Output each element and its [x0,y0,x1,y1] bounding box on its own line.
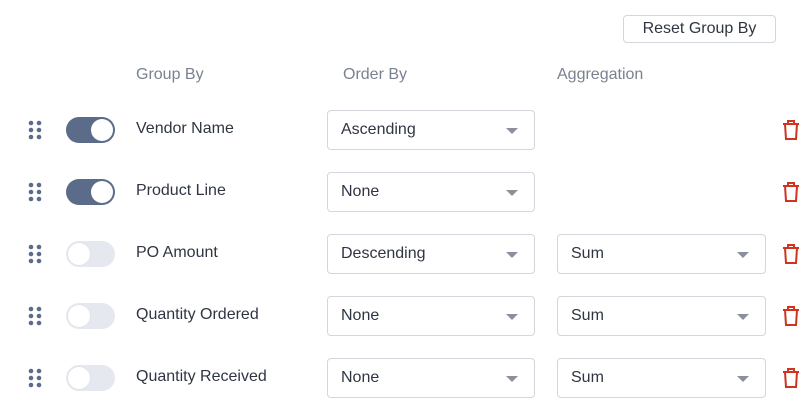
group-row: PO Amount Descending Sum [0,234,812,274]
aggregation-value: Sum [571,245,604,262]
toggle-knob [68,243,90,265]
field-name: Vendor Name [136,120,234,137]
chevron-down-icon [506,376,518,382]
order-by-select[interactable]: None [327,296,535,336]
group-row: Product Line None [0,172,812,212]
chevron-down-icon [506,128,518,134]
aggregation-value: Sum [571,307,604,324]
drag-handle-icon[interactable] [28,306,42,326]
order-by-value: None [341,307,380,324]
group-row: Quantity Received None Sum [0,358,812,398]
chevron-down-icon [737,376,749,382]
order-by-value: Ascending [341,121,416,138]
drag-handle-icon[interactable] [28,182,42,202]
drag-handle-icon[interactable] [28,244,42,264]
aggregation-value: Sum [571,369,604,386]
order-by-value: None [341,369,380,386]
delete-icon[interactable] [782,367,800,389]
chevron-down-icon [506,252,518,258]
group-toggle[interactable] [66,179,115,205]
aggregation-select[interactable]: Sum [557,234,766,274]
group-toggle[interactable] [66,303,115,329]
field-name: Quantity Received [136,368,267,385]
group-by-header: Group By [136,66,204,83]
group-row: Vendor Name Ascending [0,110,812,150]
group-toggle[interactable] [66,365,115,391]
order-by-value: None [341,183,380,200]
order-by-select[interactable]: Descending [327,234,535,274]
order-by-select[interactable]: Ascending [327,110,535,150]
toggle-knob [68,305,90,327]
group-row: Quantity Ordered None Sum [0,296,812,336]
order-by-value: Descending [341,245,426,262]
toggle-knob [91,181,113,203]
field-name: PO Amount [136,244,218,261]
chevron-down-icon [506,190,518,196]
field-name: Quantity Ordered [136,306,259,323]
chevron-down-icon [737,252,749,258]
delete-icon[interactable] [782,119,800,141]
order-by-select[interactable]: None [327,172,535,212]
chevron-down-icon [737,314,749,320]
field-name: Product Line [136,182,226,199]
group-toggle[interactable] [66,241,115,267]
drag-handle-icon[interactable] [28,368,42,388]
delete-icon[interactable] [782,243,800,265]
reset-group-by-button[interactable]: Reset Group By [623,15,776,43]
group-toggle[interactable] [66,117,115,143]
aggregation-header: Aggregation [557,66,644,83]
chevron-down-icon [506,314,518,320]
aggregation-select[interactable]: Sum [557,358,766,398]
order-by-select[interactable]: None [327,358,535,398]
order-by-header: Order By [343,66,408,83]
delete-icon[interactable] [782,305,800,327]
delete-icon[interactable] [782,181,800,203]
toggle-knob [68,367,90,389]
toggle-knob [91,119,113,141]
aggregation-select[interactable]: Sum [557,296,766,336]
drag-handle-icon[interactable] [28,120,42,140]
